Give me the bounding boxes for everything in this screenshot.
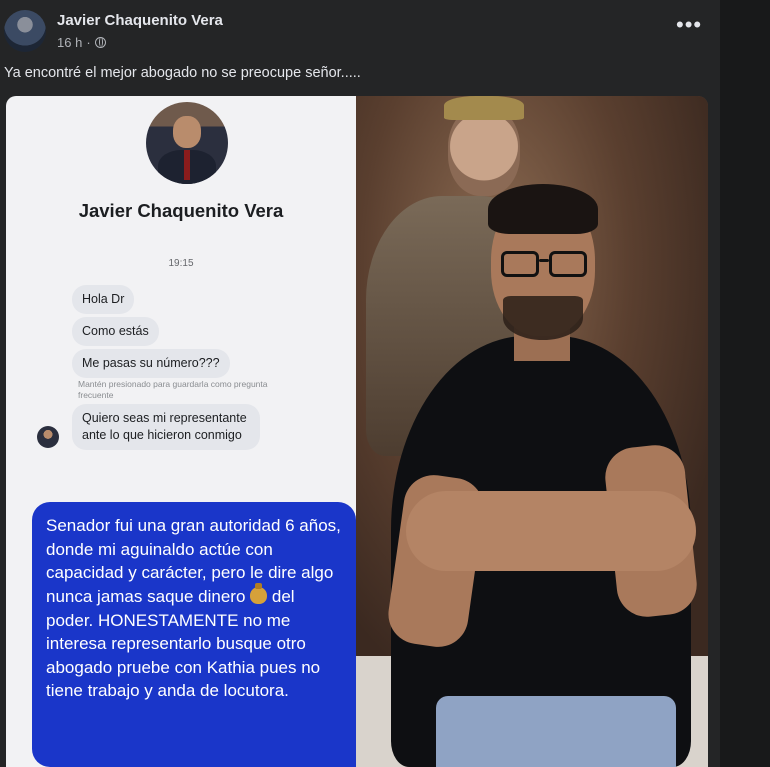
meta-separator: ·: [86, 35, 91, 50]
reply-text-part1: Senador fui una gran autoridad 6 años, d…: [46, 516, 341, 606]
post-image[interactable]: Javier Chaquenito Vera 19:15 Hola Dr Com…: [6, 96, 708, 767]
post-time[interactable]: 16 h: [57, 35, 82, 50]
facebook-post: Javier Chaquenito Vera 16 h · ••• Ya enc…: [0, 0, 720, 767]
incoming-message: Me pasas su número???: [72, 349, 230, 378]
faq-hint: Mantén presionado para guardarla como pr…: [78, 379, 268, 400]
contact-avatar: [146, 102, 228, 184]
contact-name: Javier Chaquenito Vera: [78, 200, 284, 221]
glasses-icon: [501, 251, 589, 279]
post-header: Javier Chaquenito Vera 16 h · •••: [0, 0, 720, 62]
more-options-button[interactable]: •••: [676, 14, 702, 36]
author-name[interactable]: Javier Chaquenito Vera: [57, 12, 223, 29]
post-caption: Ya encontré el mejor abogado no se preoc…: [4, 65, 361, 81]
post-meta: 16 h ·: [57, 35, 106, 50]
incoming-message: Quiero seas mi representante ante lo que…: [72, 404, 260, 450]
globe-icon: [94, 37, 106, 48]
incoming-message: Hola Dr: [72, 285, 135, 314]
money-bag-icon: [250, 582, 268, 604]
chat-timestamp: 19:15: [168, 258, 194, 269]
incoming-message: Como estás: [72, 317, 159, 346]
reply-message: Senador fui una gran autoridad 6 años, d…: [32, 502, 356, 767]
chat-screenshot: Javier Chaquenito Vera 19:15 Hola Dr Com…: [6, 96, 356, 767]
lawyer-photo: [356, 96, 708, 767]
sender-avatar: [37, 426, 59, 448]
author-avatar[interactable]: [4, 10, 46, 52]
right-sidebar-gap: [720, 0, 770, 767]
